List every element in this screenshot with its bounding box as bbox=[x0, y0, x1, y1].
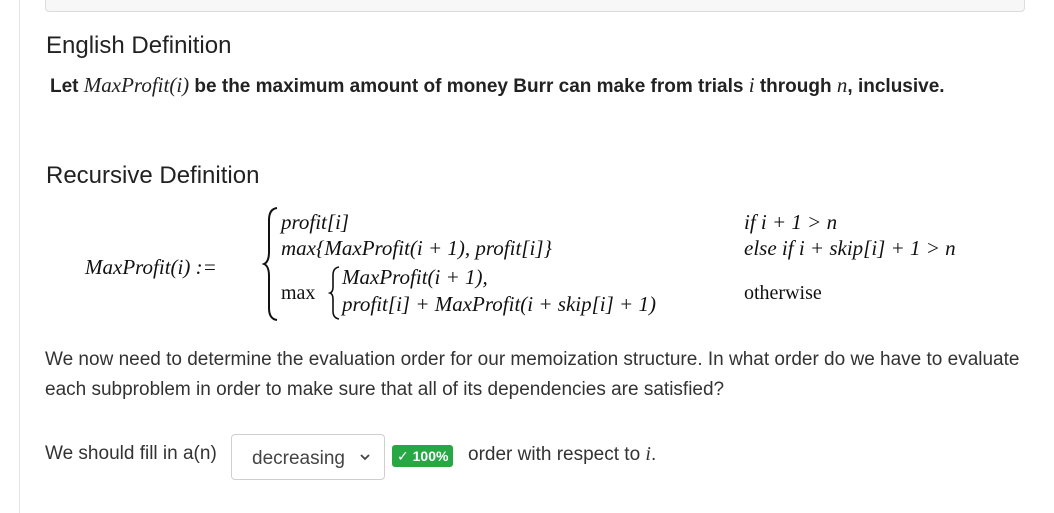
definition-tail: , inclusive. bbox=[847, 76, 945, 97]
case3-line1: MaxProfit(i + 1), bbox=[342, 265, 488, 289]
card-border bbox=[19, 0, 20, 513]
question-suffix-group: order with respect to i. bbox=[468, 443, 656, 466]
func-symbol: MaxProfit(i) bbox=[83, 73, 190, 97]
case3-line2: profit[i] + MaxProfit(i + skip[i] + 1) bbox=[342, 292, 656, 316]
case2-condition: else if i + skip[i] + 1 > n bbox=[744, 236, 956, 260]
left-brace bbox=[262, 207, 278, 321]
case1-condition: if i + 1 > n bbox=[744, 210, 838, 234]
case2-expression: max{MaxProfit(i + 1), profit[i]} bbox=[281, 236, 552, 260]
case3-condition: otherwise bbox=[744, 282, 822, 304]
question-suffix: order with respect to bbox=[468, 444, 641, 465]
dropdown-value: decreasing bbox=[252, 448, 345, 469]
through-word: through bbox=[759, 76, 832, 97]
english-definition-heading: English Definition bbox=[46, 32, 232, 59]
equation-lhs: MaxProfit(i) := bbox=[85, 255, 217, 279]
english-definition-text: Let MaxProfit(i) be the maximum amount o… bbox=[50, 73, 945, 98]
inner-brace bbox=[328, 266, 340, 320]
score-badge: ✓ 100% bbox=[392, 445, 454, 467]
definition-middle: be the maximum amount of money Burr can … bbox=[194, 76, 744, 97]
var-i: i bbox=[748, 73, 755, 97]
order-dropdown[interactable]: decreasing bbox=[231, 434, 385, 480]
var-n: n bbox=[836, 73, 848, 97]
instruction-paragraph: We now need to determine the evaluation … bbox=[45, 349, 1020, 400]
case1-expression: profit[i] bbox=[281, 210, 350, 234]
chevron-down-icon bbox=[360, 454, 370, 461]
case3-max: max bbox=[281, 282, 316, 304]
recursive-definition-heading: Recursive Definition bbox=[46, 162, 260, 189]
let-word: Let bbox=[50, 76, 79, 97]
question-prefix: We should fill in a(n) bbox=[45, 443, 217, 464]
previous-panel bbox=[45, 0, 1025, 12]
question-period: . bbox=[650, 444, 657, 465]
